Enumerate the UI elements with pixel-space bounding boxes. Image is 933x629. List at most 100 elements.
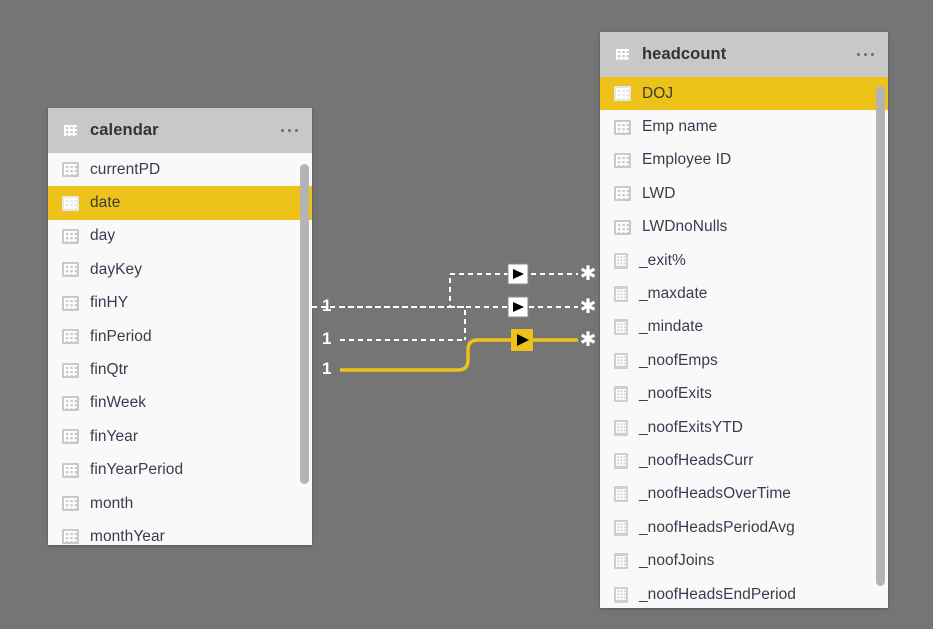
table-card-headcount[interactable]: headcount DOJ Emp name Employee ID LWD LWDno…	[600, 32, 888, 608]
field-label: LWD	[642, 184, 676, 202]
field-row[interactable]: _noofEmps	[600, 344, 888, 377]
field-row[interactable]: _mindate	[600, 311, 888, 344]
field-row[interactable]: _noofExits	[600, 378, 888, 411]
field-label: finWeek	[90, 394, 147, 412]
many-side-asterisk-icon-2: ✱	[580, 294, 597, 318]
field-row[interactable]: _noofHeadsEndPeriod	[600, 578, 888, 608]
column-icon	[614, 119, 631, 135]
field-row[interactable]: monthYear	[48, 520, 312, 545]
table-header-headcount[interactable]: headcount	[600, 32, 888, 77]
table-card-calendar[interactable]: calendar currentPD date day dayKey finHY finP…	[48, 108, 312, 545]
field-row[interactable]: _noofHeadsPeriodAvg	[600, 511, 888, 544]
field-row[interactable]: _noofHeadsOverTime	[600, 478, 888, 511]
field-row[interactable]: LWD	[600, 177, 888, 210]
measure-icon	[614, 586, 628, 603]
measure-icon	[614, 286, 628, 303]
field-label: _noofHeadsPeriodAvg	[639, 518, 795, 536]
column-icon	[614, 152, 631, 168]
cardinality-label-2: 1	[322, 329, 332, 348]
field-row[interactable]: finWeek	[48, 387, 312, 420]
field-label: _exit%	[639, 251, 686, 269]
measure-icon	[614, 386, 628, 403]
column-icon	[614, 86, 631, 102]
vertical-scrollbar-thumb-headcount[interactable]	[876, 86, 885, 586]
field-label: currentPD	[90, 160, 161, 178]
measure-icon	[614, 352, 628, 369]
relationship-line-4-selected[interactable]	[340, 338, 578, 372]
column-icon	[62, 496, 79, 512]
column-icon	[62, 395, 79, 411]
field-row[interactable]: day	[48, 220, 312, 253]
field-label: finYearPeriod	[90, 461, 184, 479]
field-label: _noofExits	[639, 385, 712, 403]
vertical-scrollbar-track-calendar[interactable]	[300, 158, 309, 540]
field-label: Employee ID	[642, 151, 732, 169]
field-row[interactable]: _noofHeadsCurr	[600, 444, 888, 477]
field-row[interactable]: finQtr	[48, 353, 312, 386]
field-label: _noofHeadsEndPeriod	[639, 585, 796, 603]
field-row[interactable]: LWDnoNulls	[600, 211, 888, 244]
column-icon	[62, 162, 79, 178]
column-icon	[62, 295, 79, 311]
field-label: day	[90, 227, 116, 245]
field-row[interactable]: month	[48, 487, 312, 520]
table-header-calendar[interactable]: calendar	[48, 108, 312, 153]
more-options-icon[interactable]	[855, 47, 876, 62]
field-label: _noofEmps	[639, 351, 718, 369]
field-row[interactable]: _noofJoins	[600, 544, 888, 577]
field-label: monthYear	[90, 527, 165, 545]
field-list-headcount[interactable]: DOJ Emp name Employee ID LWD LWDnoNulls _exit…	[600, 77, 888, 608]
field-label: DOJ	[642, 84, 674, 102]
field-label: _noofJoins	[639, 552, 715, 570]
field-list-calendar[interactable]: currentPD date day dayKey finHY finPeriod finQ…	[48, 153, 312, 545]
measure-icon	[614, 519, 628, 536]
field-row[interactable]: dayKey	[48, 253, 312, 286]
field-row[interactable]: _maxdate	[600, 277, 888, 310]
field-row[interactable]: finPeriod	[48, 320, 312, 353]
field-label: finQtr	[90, 361, 129, 379]
measure-icon	[614, 486, 628, 503]
field-row[interactable]: _noofExitsYTD	[600, 411, 888, 444]
column-icon	[62, 262, 79, 278]
field-row[interactable]: finYear	[48, 420, 312, 453]
vertical-scrollbar-track-headcount[interactable]	[876, 82, 885, 604]
more-options-icon[interactable]	[279, 123, 300, 138]
field-row[interactable]: DOJ	[600, 77, 888, 111]
measure-icon	[614, 419, 628, 436]
cross-filter-arrow-icon-1[interactable]	[507, 263, 529, 285]
field-label: _noofHeadsOverTime	[639, 485, 791, 503]
field-label: _maxdate	[639, 285, 708, 303]
relationship-line-1[interactable]	[312, 273, 578, 308]
column-icon	[614, 186, 631, 202]
model-canvas[interactable]: calendar currentPD date day dayKey finHY finP…	[0, 0, 933, 629]
field-row[interactable]: date	[48, 186, 312, 220]
field-label: finPeriod	[90, 327, 152, 345]
column-icon	[62, 329, 79, 345]
cross-filter-arrow-icon-2[interactable]	[507, 296, 529, 318]
many-side-asterisk-icon-1: ✱	[580, 261, 597, 285]
field-row[interactable]: currentPD	[48, 153, 312, 186]
measure-icon	[614, 452, 628, 469]
field-row[interactable]: Employee ID	[600, 144, 888, 177]
column-icon	[614, 219, 631, 235]
field-row[interactable]: Emp name	[600, 110, 888, 143]
vertical-scrollbar-thumb-calendar[interactable]	[300, 164, 309, 484]
table-icon	[62, 123, 79, 138]
field-row[interactable]: finHY	[48, 287, 312, 320]
field-row[interactable]: _exit%	[600, 244, 888, 277]
field-label: _mindate	[639, 318, 704, 336]
table-title: calendar	[90, 121, 159, 139]
column-icon	[62, 195, 79, 211]
column-icon	[62, 462, 79, 478]
column-icon	[62, 529, 79, 545]
field-label: _noofExitsYTD	[639, 418, 744, 436]
measure-icon	[614, 553, 628, 570]
cross-filter-arrow-icon-3[interactable]	[511, 329, 533, 351]
measure-icon	[614, 319, 628, 336]
column-icon	[62, 362, 79, 378]
field-row[interactable]: finYearPeriod	[48, 454, 312, 487]
field-label: finHY	[90, 294, 129, 312]
cardinality-label-1: 1	[322, 296, 332, 315]
field-label: Emp name	[642, 118, 718, 136]
field-label: dayKey	[90, 260, 142, 278]
